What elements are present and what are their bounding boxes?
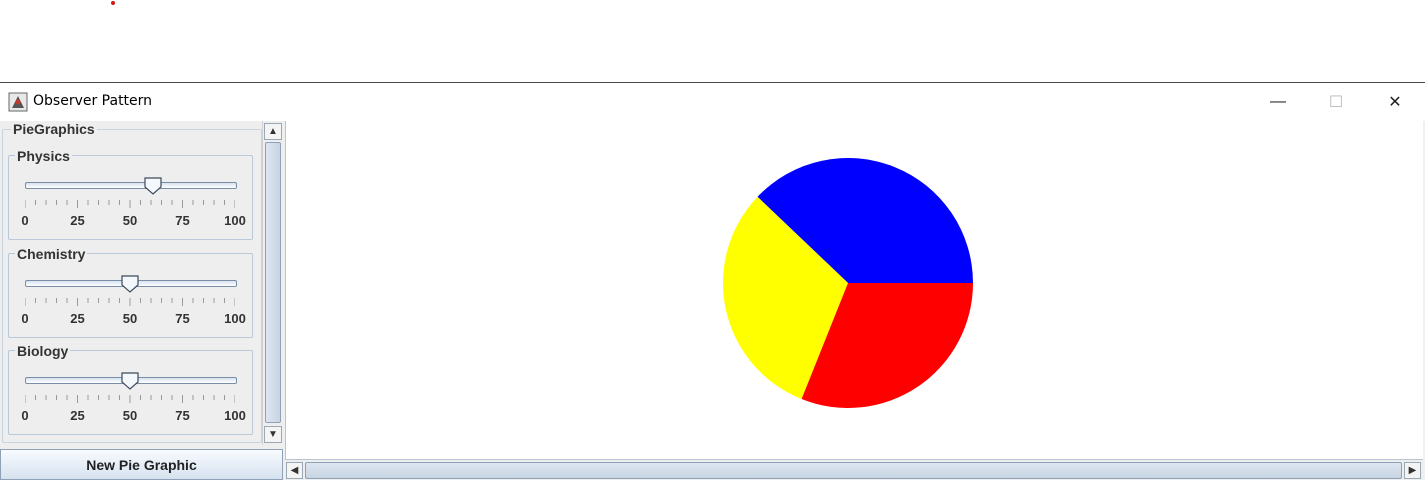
slider-ticks <box>25 395 235 403</box>
close-icon: ✕ <box>1388 94 1402 111</box>
tick-label: 100 <box>224 408 246 423</box>
tick-label: 0 <box>21 311 29 326</box>
new-pie-graphic-button[interactable]: New Pie Graphic <box>0 449 283 480</box>
arrow-up-icon[interactable]: ▲ <box>264 123 282 140</box>
horizontal-scrollbar[interactable]: ◀ ▶ <box>285 459 1423 480</box>
tick-label: 25 <box>70 408 85 423</box>
slider-label-biology: Biology <box>15 343 71 359</box>
slider-ticks <box>25 200 235 208</box>
vertical-scrollbar[interactable]: ▲ ▼ <box>262 121 283 445</box>
slider-label-chemistry: Chemistry <box>15 246 88 262</box>
controls-panel: PieGraphics Physics 0 25 50 75 100 Chemi… <box>0 121 284 480</box>
java-app-icon <box>8 92 28 112</box>
slider-thumb[interactable] <box>121 372 139 390</box>
slider-label-physics: Physics <box>15 148 72 164</box>
slider-track[interactable] <box>25 182 237 189</box>
arrow-right-icon[interactable]: ▶ <box>1404 462 1421 479</box>
tick-label: 100 <box>224 311 246 326</box>
stray-dot <box>111 1 115 5</box>
slider-scroll-pane: PieGraphics Physics 0 25 50 75 100 Chemi… <box>0 121 262 445</box>
tick-label: 25 <box>70 311 85 326</box>
pie-chart <box>723 157 973 408</box>
tick-label: 25 <box>70 213 85 228</box>
tick-label: 50 <box>122 408 138 423</box>
arrow-left-icon[interactable]: ◀ <box>286 462 303 479</box>
close-button[interactable]: ✕ <box>1366 83 1424 121</box>
title-bar[interactable]: Observer Pattern — ☐ ✕ <box>0 83 1425 121</box>
slider-tick-labels: 0 25 50 75 100 <box>9 213 252 229</box>
slider-group-biology: Biology 0 25 50 75 100 <box>8 343 253 435</box>
slider-tick-labels: 0 25 50 75 100 <box>9 311 252 327</box>
window-title: Observer Pattern <box>33 93 153 109</box>
tick-label: 0 <box>21 213 29 228</box>
tick-label: 75 <box>175 311 190 326</box>
tick-label: 100 <box>224 213 246 228</box>
tick-label: 75 <box>175 213 190 228</box>
pie-canvas <box>285 121 1423 459</box>
pie-graphics-title: PieGraphics <box>11 121 97 137</box>
maximize-button[interactable]: ☐ <box>1307 83 1365 121</box>
slider-ticks <box>25 298 235 306</box>
slider-thumb[interactable] <box>144 177 162 195</box>
tick-label: 50 <box>122 311 138 326</box>
arrow-down-icon[interactable]: ▼ <box>264 426 282 443</box>
vertical-scroll-thumb[interactable] <box>265 142 281 423</box>
app-window: Observer Pattern — ☐ ✕ PieGraphics Physi… <box>0 82 1425 480</box>
tick-label: 0 <box>21 408 29 423</box>
horizontal-scroll-thumb[interactable] <box>305 462 1402 479</box>
slider-group-physics: Physics 0 25 50 75 100 <box>8 148 253 240</box>
minimize-icon: — <box>1270 93 1286 110</box>
tick-label: 75 <box>175 408 190 423</box>
slider-thumb[interactable] <box>121 275 139 293</box>
minimize-button[interactable]: — <box>1249 83 1307 121</box>
maximize-icon: ☐ <box>1328 94 1344 111</box>
slider-tick-labels: 0 25 50 75 100 <box>9 408 252 424</box>
slider-group-chemistry: Chemistry 0 25 50 75 100 <box>8 246 253 338</box>
tick-label: 50 <box>122 213 138 228</box>
